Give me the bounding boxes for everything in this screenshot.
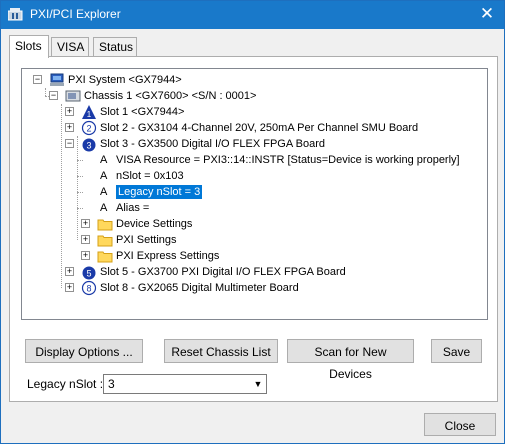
- tree-line: [77, 160, 83, 161]
- collapse-icon[interactable]: −: [49, 91, 58, 100]
- chevron-down-icon[interactable]: ▼: [250, 375, 266, 393]
- empty-slot-icon: 2: [81, 120, 97, 136]
- legacy-nslot-label: Legacy nSlot :: [27, 377, 104, 391]
- chassis-icon: [65, 90, 81, 102]
- display-options-button[interactable]: Display Options ...: [25, 339, 143, 363]
- tree-item-label: Device Settings: [116, 218, 193, 230]
- slot-number-badge: 3: [86, 141, 91, 151]
- app-icon: [8, 8, 23, 21]
- attribute-icon: A: [100, 154, 108, 166]
- board-slot-icon: 3: [82, 138, 96, 152]
- board-slot-icon: 5: [82, 266, 96, 280]
- window-title: PXI/PCI Explorer: [30, 7, 121, 21]
- slot-number-badge: 1: [87, 110, 92, 119]
- empty-slot-icon: 8: [81, 280, 97, 296]
- tree-line: [45, 88, 46, 96]
- slots-panel: − PXI System <GX7944> − Chassis 1 <GX760…: [9, 56, 498, 402]
- dialog-window: PXI/PCI Explorer ✕ Slots VISA Status − P…: [0, 0, 505, 444]
- expand-icon[interactable]: +: [81, 251, 90, 260]
- folder-icon: [97, 219, 113, 231]
- tree-item-label: Slot 8 - GX2065 Digital Multimeter Board: [100, 282, 299, 294]
- slot-number-badge: 2: [86, 124, 91, 134]
- controller-slot-icon: 1: [82, 105, 96, 119]
- tree-item-label: PXI Settings: [116, 234, 177, 246]
- tab-slots[interactable]: Slots: [9, 35, 49, 58]
- tree-line: [77, 192, 83, 193]
- attribute-icon: A: [100, 170, 108, 182]
- close-button[interactable]: Close: [424, 413, 496, 436]
- folder-icon: [97, 235, 113, 247]
- collapse-icon[interactable]: −: [65, 139, 74, 148]
- slot-number-badge: 5: [86, 269, 91, 279]
- expand-icon[interactable]: +: [65, 107, 74, 116]
- tree-item-label: VISA Resource = PXI3::14::INSTR [Status=…: [116, 154, 460, 166]
- slot-number-badge: 8: [86, 284, 91, 294]
- tree-item-label: Slot 3 - GX3500 Digital I/O FLEX FPGA Bo…: [100, 138, 325, 150]
- tree-item-label-selected: Legacy nSlot = 3: [116, 185, 203, 199]
- folder-icon: [97, 251, 113, 263]
- tree-item-label: PXI System <GX7944>: [68, 74, 182, 86]
- scan-for-new-devices-button[interactable]: Scan for New Devices: [287, 339, 414, 381]
- tree-line: [77, 136, 78, 240]
- expand-icon[interactable]: +: [81, 235, 90, 244]
- expand-icon[interactable]: +: [81, 219, 90, 228]
- title-bar[interactable]: PXI/PCI Explorer ✕: [1, 1, 504, 29]
- expand-icon[interactable]: +: [65, 267, 74, 276]
- tab-visa[interactable]: VISA: [51, 37, 89, 57]
- reset-chassis-list-button[interactable]: Reset Chassis List: [164, 339, 278, 363]
- collapse-icon[interactable]: −: [33, 75, 42, 84]
- expand-icon[interactable]: +: [65, 283, 74, 292]
- save-button[interactable]: Save: [431, 339, 482, 363]
- pxi-system-icon: [50, 73, 64, 86]
- tree-item-label: PXI Express Settings: [116, 250, 220, 262]
- close-window-icon[interactable]: ✕: [470, 1, 504, 29]
- tree-item-label: Chassis 1 <GX7600> <S/N : 0001>: [84, 90, 257, 102]
- tree-line: [77, 176, 83, 177]
- tree-item-label: nSlot = 0x103: [116, 170, 184, 182]
- tree-item-label: Slot 1 <GX7944>: [100, 106, 185, 118]
- legacy-nslot-select[interactable]: 3 ▼: [103, 374, 267, 394]
- tree-item-label: Slot 2 - GX3104 4-Channel 20V, 250mA Per…: [100, 122, 419, 134]
- attribute-icon: A: [100, 202, 108, 214]
- attribute-icon: A: [100, 186, 108, 198]
- tree-line: [77, 208, 83, 209]
- legacy-nslot-value: 3: [108, 377, 115, 391]
- device-tree[interactable]: − PXI System <GX7944> − Chassis 1 <GX760…: [21, 68, 488, 320]
- expand-icon[interactable]: +: [65, 123, 74, 132]
- tab-status[interactable]: Status: [93, 37, 137, 57]
- tree-item-label: Alias =: [116, 202, 150, 214]
- tree-item-label: Slot 5 - GX3700 PXI Digital I/O FLEX FPG…: [100, 266, 346, 278]
- tree-line: [61, 104, 62, 288]
